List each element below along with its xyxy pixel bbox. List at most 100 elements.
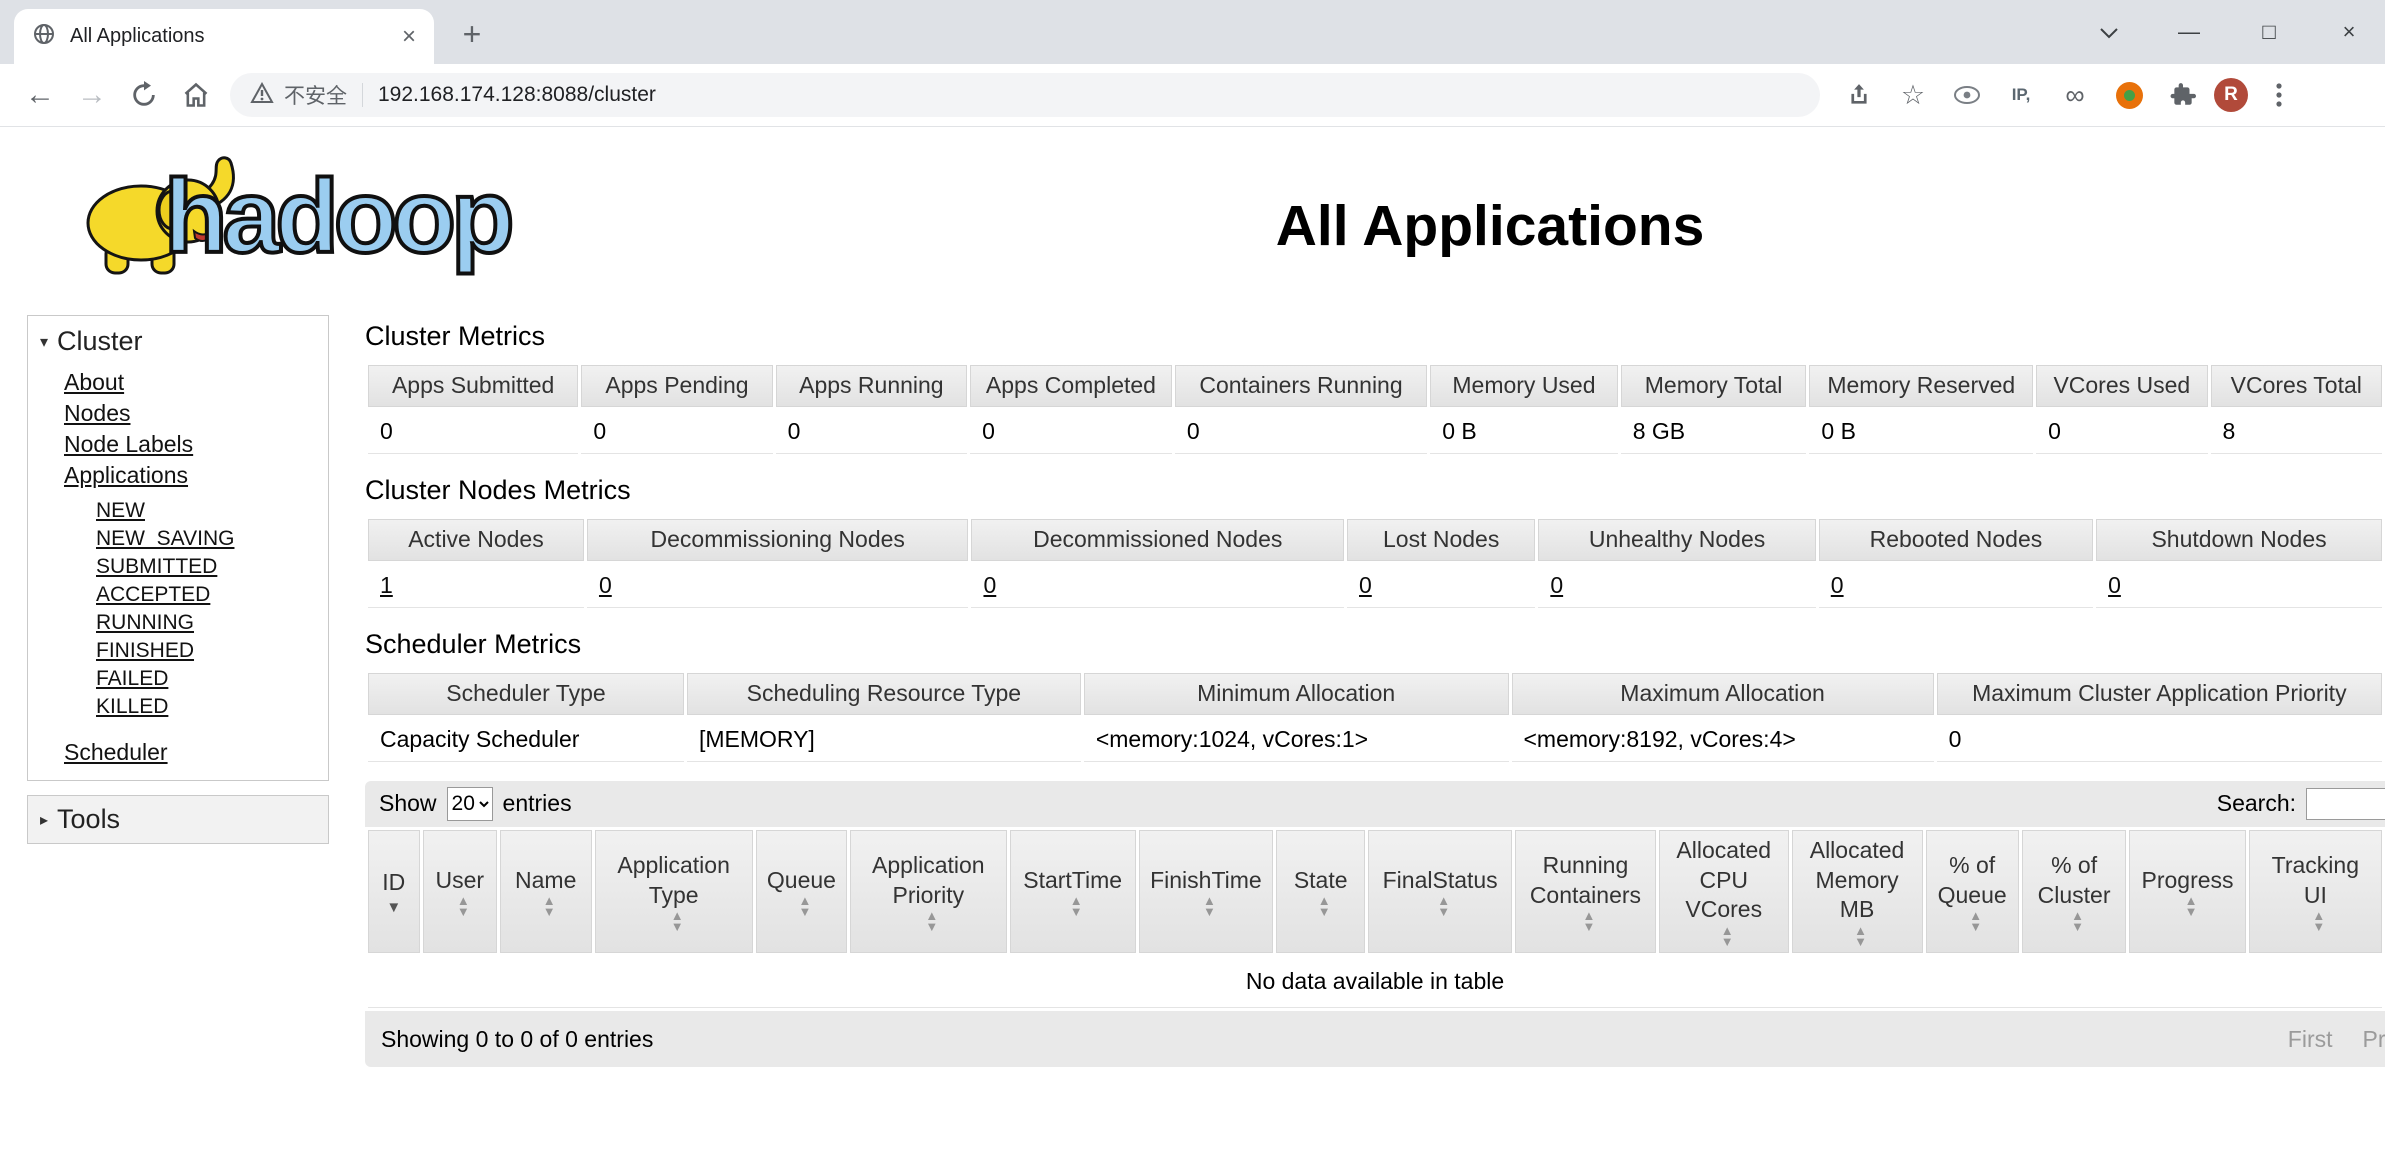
rebooted-nodes-link[interactable]: 0 [1831,572,1844,598]
window-maximize-button[interactable]: □ [2243,19,2295,45]
sidebar-item-state-new-saving[interactable]: NEW_SAVING [96,525,328,553]
window-close-button[interactable]: × [2323,19,2375,45]
table-header-row: Apps Submitted Apps Pending Apps Running… [368,365,2382,407]
active-nodes-link[interactable]: 1 [380,572,393,598]
metric-value: 0 [581,410,772,454]
browser-tab[interactable]: All Applications × [14,9,434,64]
col-header: VCores Used [2036,365,2207,407]
sidebar-item-state-submitted[interactable]: SUBMITTED [96,553,328,581]
col-header: Containers Running [1175,365,1427,407]
col-header-pct-cluster[interactable]: % of Cluster▲▼ [2022,830,2127,954]
extension-adblock-icon[interactable] [2106,72,2152,118]
metric-value: 0 [970,410,1172,454]
col-header: Apps Completed [970,365,1172,407]
sort-icon: ▲▼ [1582,910,1595,932]
nodes-metrics-heading: Cluster Nodes Metrics [365,475,2385,506]
page-content: hadoop All Applications ▾ Cluster About … [0,127,2385,1174]
sort-icon: ▲▼ [2185,895,2198,917]
col-header-id[interactable]: ID▼ [368,830,420,954]
chevron-down-icon[interactable] [2083,19,2135,45]
sidebar-item-state-accepted[interactable]: ACCEPTED [96,581,328,609]
sidebar-item-state-finished[interactable]: FINISHED [96,637,328,665]
pagination-previous[interactable]: Previous [2363,1026,2385,1053]
security-label[interactable]: 不安全 [284,80,347,110]
sort-icon: ▲▼ [457,895,470,917]
sidebar-item-state-killed[interactable]: KILLED [96,693,328,721]
col-header-finishtime[interactable]: FinishTime▲▼ [1139,830,1273,954]
sidebar-item-nodes[interactable]: Nodes [64,398,328,429]
decommissioned-nodes-link[interactable]: 0 [983,572,996,598]
sort-icon: ▲▼ [543,895,556,917]
col-header-tracking-ui[interactable]: Tracking UI▲▼ [2249,830,2382,954]
sidebar-item-state-new[interactable]: NEW [96,497,328,525]
col-header-allocated-cpu[interactable]: Allocated CPU VCores▲▼ [1659,830,1789,954]
col-header-finalstatus[interactable]: FinalStatus▲▼ [1368,830,1512,954]
bookmark-star-icon[interactable]: ☆ [1890,72,1936,118]
col-header-name[interactable]: Name▲▼ [500,830,592,954]
sidebar-item-state-running[interactable]: RUNNING [96,609,328,637]
share-icon[interactable] [1836,72,1882,118]
sort-icon: ▲▼ [1070,895,1083,917]
col-header-running-containers[interactable]: Running Containers▲▼ [1515,830,1656,954]
tab-favicon-globe-icon [32,22,56,51]
new-tab-button[interactable]: + [450,12,494,56]
scheduler-metrics-heading: Scheduler Metrics [365,629,2385,660]
omnibox-divider [362,83,363,107]
tab-close-icon[interactable]: × [402,23,416,51]
forward-button[interactable]: → [66,69,118,121]
col-header: Apps Running [776,365,967,407]
col-header-queue[interactable]: Queue▲▼ [756,830,847,954]
extension-ip-icon[interactable]: IP, [1998,72,2044,118]
extension-rings-icon[interactable]: ∞ [2052,72,2098,118]
shutdown-nodes-link[interactable]: 0 [2108,572,2121,598]
metric-value: 0 [2036,410,2207,454]
col-header: Minimum Allocation [1084,673,1509,715]
browser-menu-icon[interactable] [2256,72,2302,118]
security-warning-icon[interactable] [250,82,274,109]
profile-avatar[interactable]: R [2214,78,2248,112]
url-text[interactable]: 192.168.174.128:8088/cluster [378,83,656,107]
col-header-application-type[interactable]: Application Type▲▼ [595,830,753,954]
address-bar[interactable]: 不安全 192.168.174.128:8088/cluster [230,73,1820,117]
col-header-user[interactable]: User▲▼ [423,830,497,954]
col-header-progress[interactable]: Progress▲▼ [2129,830,2245,954]
sidebar-item-about[interactable]: About [64,367,328,398]
cluster-metrics-heading: Cluster Metrics [365,321,2385,352]
col-header: Decommissioning Nodes [587,519,969,561]
back-button[interactable]: ← [14,69,66,121]
col-header-starttime[interactable]: StartTime▲▼ [1010,830,1136,954]
resource-type-value: [MEMORY] [687,718,1081,762]
entries-label: entries [503,790,572,817]
decommissioning-nodes-link[interactable]: 0 [599,572,612,598]
triangle-right-icon: ▸ [40,810,48,830]
extension-eye-icon[interactable] [1944,72,1990,118]
sidebar-item-state-failed[interactable]: FAILED [96,665,328,693]
home-button[interactable] [170,69,222,121]
pagination-first[interactable]: First [2288,1026,2333,1053]
col-header-application-priority[interactable]: Application Priority▲▼ [850,830,1006,954]
sidebar-item-node-labels[interactable]: Node Labels [64,429,328,460]
empty-message: No data available in table [368,956,2382,1008]
page-size-select[interactable]: 20 [447,787,493,821]
col-header-pct-queue[interactable]: % of Queue▲▼ [1926,830,2019,954]
extensions-puzzle-icon[interactable] [2160,72,2206,118]
col-header-state[interactable]: State▲▼ [1276,830,1365,954]
col-header: Active Nodes [368,519,584,561]
unhealthy-nodes-link[interactable]: 0 [1550,572,1563,598]
max-allocation-value: <memory:8192, vCores:4> [1512,718,1934,762]
lost-nodes-link[interactable]: 0 [1359,572,1372,598]
sort-icon: ▲▼ [1969,910,1982,932]
triangle-down-icon: ▾ [40,332,48,352]
tools-nav-header[interactable]: ▸ Tools [28,796,328,843]
metric-value: 8 [2211,410,2382,454]
sidebar-item-scheduler[interactable]: Scheduler [64,737,328,768]
sidebar-item-applications[interactable]: Applications [64,460,328,491]
table-row: 1 0 0 0 0 0 0 [368,564,2382,608]
search-input[interactable] [2306,788,2385,820]
reload-button[interactable] [118,69,170,121]
cluster-nav-header[interactable]: ▾ Cluster [28,316,328,363]
window-minimize-button[interactable]: — [2163,19,2215,45]
col-header: Shutdown Nodes [2096,519,2382,561]
col-header-allocated-memory[interactable]: Allocated Memory MB▲▼ [1792,830,1923,954]
col-header: Rebooted Nodes [1819,519,2093,561]
